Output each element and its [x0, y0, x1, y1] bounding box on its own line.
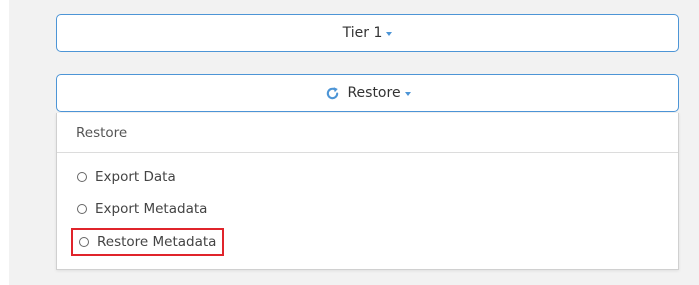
menu-item-export-data[interactable]: Export Data: [71, 165, 182, 189]
radio-icon: [77, 204, 87, 214]
menu-header: Restore: [57, 113, 678, 153]
restore-dropdown-button[interactable]: Restore: [56, 74, 679, 112]
menu-item-export-metadata[interactable]: Export Metadata: [71, 197, 213, 221]
tier-dropdown-label: Tier 1: [342, 25, 383, 41]
restore-dropdown-label: Restore: [347, 85, 401, 101]
refresh-icon: [324, 85, 340, 101]
radio-icon: [79, 237, 89, 247]
menu-item-label: Export Metadata: [95, 201, 208, 217]
menu-item-label: Export Data: [95, 169, 176, 185]
tier-dropdown-button[interactable]: Tier 1: [56, 14, 679, 52]
menu-item-label: Restore Metadata: [97, 234, 217, 250]
caret-down-icon: [386, 32, 393, 36]
caret-down-icon: [404, 92, 411, 96]
menu-item-restore-metadata[interactable]: Restore Metadata: [71, 228, 225, 256]
restore-dropdown-menu: Restore Export Data Export Metadata Rest…: [56, 113, 679, 270]
radio-icon: [77, 172, 87, 182]
restore-panel: Tier 1 Restore Restore Export Data Expor…: [9, 0, 699, 285]
